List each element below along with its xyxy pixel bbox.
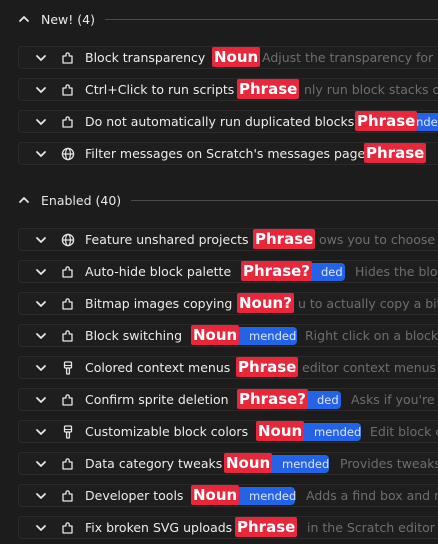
addon-name: Feature unshared projects — [85, 232, 249, 247]
section-header-new[interactable]: New! (4) — [0, 8, 438, 30]
annotation-tag: Noun? — [237, 293, 294, 313]
chevron-down-icon[interactable] — [34, 83, 48, 97]
annotation-tag: Noun — [191, 325, 240, 345]
chevron-down-icon[interactable] — [34, 329, 48, 343]
addon-row-ctrl-click[interactable]: Ctrl+Click to run scripts nly run block … — [18, 78, 438, 101]
addon-description: ows you to choose u — [319, 232, 438, 247]
annotation-tag: Phrase — [235, 517, 298, 537]
addon-name: Customizable block colors — [85, 424, 249, 439]
addon-description: Adjust the transparency for b — [262, 50, 438, 65]
puzzle-icon — [60, 50, 76, 66]
addon-description: Asks if you're s — [351, 392, 438, 407]
addon-row-colored-context-menus[interactable]: Colored context menus editor context men… — [18, 356, 438, 379]
divider — [131, 199, 438, 201]
addon-row-filter-messages[interactable]: Filter messages on Scratch's messages pa… — [18, 142, 438, 165]
chevron-down-icon[interactable] — [34, 265, 48, 279]
chevron-down-icon[interactable] — [34, 361, 48, 375]
addon-row-block-transparency[interactable]: Block transparency Adjust the transparen… — [18, 46, 438, 69]
addon-name: Fix broken SVG uploads — [85, 520, 233, 535]
chevron-down-icon[interactable] — [34, 233, 48, 247]
chevron-down-icon[interactable] — [34, 297, 48, 311]
chevron-down-icon[interactable] — [34, 393, 48, 407]
addon-name: Block switching — [85, 328, 183, 343]
globe-icon — [60, 146, 76, 162]
section-header-enabled[interactable]: Enabled (40) — [0, 189, 438, 211]
puzzle-icon — [60, 264, 76, 280]
addon-name: Colored context menus — [85, 360, 231, 375]
addon-name: Data category tweaks — [85, 456, 223, 471]
chevron-down-icon[interactable] — [34, 457, 48, 471]
addon-row-bitmap-copying[interactable]: Bitmap images copying u to actually copy… — [18, 292, 438, 315]
addon-row-auto-hide-palette[interactable]: Auto-hide block palette ded Hides the bl… — [18, 260, 438, 283]
addon-description: in the Scratch editor t — [307, 520, 438, 535]
globe-icon — [60, 232, 76, 248]
addon-name: Confirm sprite deletion — [85, 392, 229, 407]
annotation-tag: Noun — [256, 421, 305, 441]
chevron-down-icon[interactable] — [34, 115, 48, 129]
puzzle-icon — [60, 114, 76, 130]
puzzle-icon — [60, 456, 76, 472]
brush-icon — [60, 360, 76, 376]
annotation-tag: Phrase? — [241, 261, 312, 281]
puzzle-icon — [60, 392, 76, 408]
chevron-down-icon[interactable] — [34, 425, 48, 439]
addon-row-data-category-tweaks[interactable]: Data category tweaks mended Provides twe… — [18, 452, 438, 475]
addon-name: Bitmap images copying — [85, 296, 233, 311]
addon-name: Ctrl+Click to run scripts — [85, 82, 235, 97]
chevron-up-icon[interactable] — [17, 12, 31, 26]
annotation-tag: Phrase — [237, 79, 300, 99]
annotation-tag: Noun — [224, 453, 273, 473]
addon-description: Adds a find box and ne — [306, 488, 438, 503]
chevron-up-icon[interactable] — [17, 193, 31, 207]
puzzle-icon — [60, 328, 76, 344]
annotation-tag: Noun — [191, 485, 240, 505]
addon-description: Provides tweaks — [340, 456, 438, 471]
addon-row-feature-unshared[interactable]: Feature unshared projects ows you to cho… — [18, 228, 438, 251]
addon-description: u to actually copy a bitm — [298, 296, 438, 311]
addon-description: nly run block stacks on — [304, 82, 438, 97]
addon-description: Hides the block — [355, 264, 438, 279]
annotation-tag: Phrase — [236, 357, 299, 377]
addon-description: Edit block c — [370, 424, 438, 439]
addon-row-block-switching[interactable]: Block switching mended Right click on a … — [18, 324, 438, 347]
section-title: Enabled (40) — [41, 192, 122, 208]
puzzle-icon — [60, 488, 76, 504]
addon-row-customizable-block-colors[interactable]: Customizable block colors mended Edit bl… — [18, 420, 438, 443]
addon-row-confirm-sprite-deletion[interactable]: Confirm sprite deletion ded Asks if you'… — [18, 388, 438, 411]
addon-description: editor context menus — [302, 360, 437, 375]
addon-name: Auto-hide block palette — [85, 264, 232, 279]
chevron-down-icon[interactable] — [34, 521, 48, 535]
section-title: New! (4) — [41, 11, 95, 27]
chevron-down-icon[interactable] — [34, 489, 48, 503]
annotation-tag: Noun — [212, 47, 261, 67]
addon-name: Do not automatically run duplicated bloc… — [85, 114, 355, 129]
chevron-down-icon[interactable] — [34, 51, 48, 65]
addon-row-developer-tools[interactable]: Developer tools mended Adds a find box a… — [18, 484, 438, 507]
puzzle-icon — [60, 296, 76, 312]
annotation-tag: Phrase? — [237, 389, 308, 409]
chevron-down-icon[interactable] — [34, 147, 48, 161]
addon-description: Right click on a block t — [305, 328, 438, 343]
puzzle-icon — [60, 82, 76, 98]
addon-row-no-autorun-duplicates[interactable]: Do not automatically run duplicated bloc… — [18, 110, 438, 133]
annotation-tag: Phrase — [364, 143, 427, 163]
brush-icon — [60, 424, 76, 440]
addon-name: Block transparency — [85, 50, 206, 65]
annotation-tag: Phrase — [253, 229, 316, 249]
puzzle-icon — [60, 520, 76, 536]
divider — [104, 18, 438, 20]
addon-name: Developer tools — [85, 488, 184, 503]
addon-row-fix-broken-svg[interactable]: Fix broken SVG uploads in the Scratch ed… — [18, 516, 438, 539]
addon-name: Filter messages on Scratch's messages pa… — [85, 146, 366, 161]
annotation-tag: Phrase — [355, 111, 418, 131]
